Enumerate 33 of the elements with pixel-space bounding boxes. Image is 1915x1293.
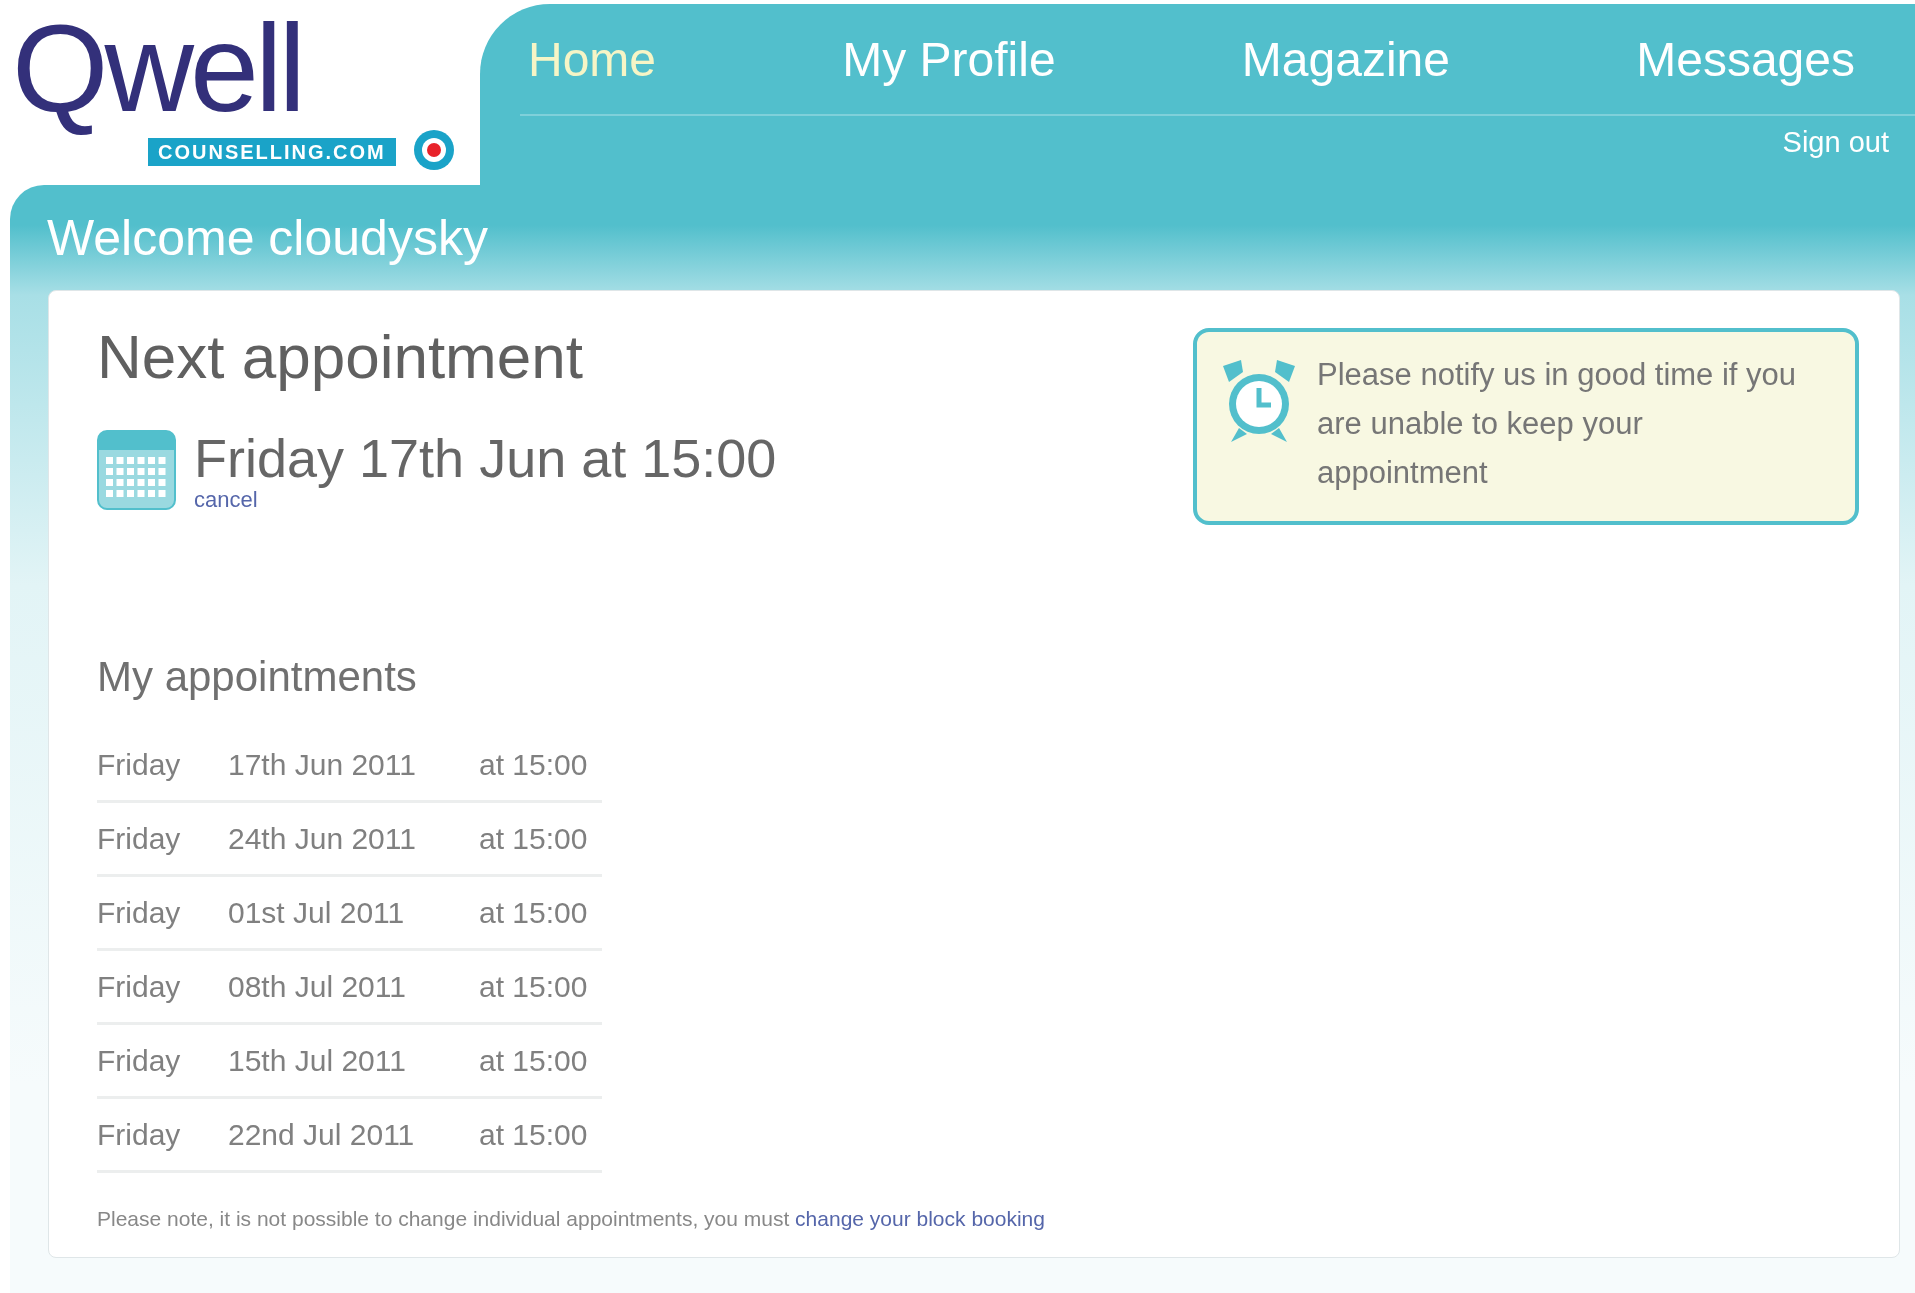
table-cell-text: at 15:00: [479, 895, 589, 930]
footnote: Please note, it is not possible to change individual appointments, you must change your block booking: [97, 1207, 1045, 1231]
block-booking-link[interactable]: change your block booking: [795, 1207, 1045, 1230]
nav-tab[interactable]: Magazine: [1241, 31, 1450, 87]
table-cell-text: Friday: [97, 969, 182, 1004]
table-cell-text: Friday: [97, 895, 182, 930]
table-cell-text: Friday: [97, 1117, 182, 1152]
cancel-link[interactable]: cancel: [194, 486, 258, 513]
table-cell-text: 01st Jul 2011: [228, 895, 406, 930]
table-cell-text: Friday: [97, 821, 182, 856]
table-cell-text: 24th Jun 2011: [228, 821, 417, 856]
table-cell-text: 22nd Jul 2011: [228, 1117, 416, 1152]
table-cell-text: at 15:00: [479, 747, 589, 782]
sign-out-link[interactable]: Sign out: [1782, 126, 1889, 159]
table-cell-text: 17th Jun 2011: [228, 747, 417, 782]
notice-text: Please notify us in good time if you are unable to keep your appointment: [1317, 356, 1797, 492]
table-cell-text: at 15:00: [479, 821, 589, 856]
table-cell-text: at 15:00: [479, 1043, 589, 1078]
table-cell-text: 08th Jul 2011: [228, 969, 407, 1004]
nav-tab[interactable]: Messages: [1636, 31, 1855, 87]
logo-tagline: COUNSELLING.COM: [148, 138, 396, 166]
welcome-heading: Welcome cloudysky: [46, 208, 489, 268]
logo-wordmark: Qwell: [12, 0, 304, 137]
nav-tab[interactable]: My Profile: [842, 31, 1056, 87]
table-cell-text: Friday: [97, 1043, 182, 1078]
section-title: Next appointment: [97, 321, 584, 392]
section-title: My appointments: [97, 653, 418, 701]
table-cell-text: 15th Jul 2011: [228, 1043, 407, 1078]
appointment-date: Friday 17th Jun at 15:00: [194, 430, 777, 487]
table-cell-text: at 15:00: [479, 1117, 589, 1152]
table-cell-text: Friday: [97, 747, 182, 782]
nav-tab[interactable]: Home: [528, 31, 657, 87]
table-cell-text: at 15:00: [479, 969, 589, 1004]
